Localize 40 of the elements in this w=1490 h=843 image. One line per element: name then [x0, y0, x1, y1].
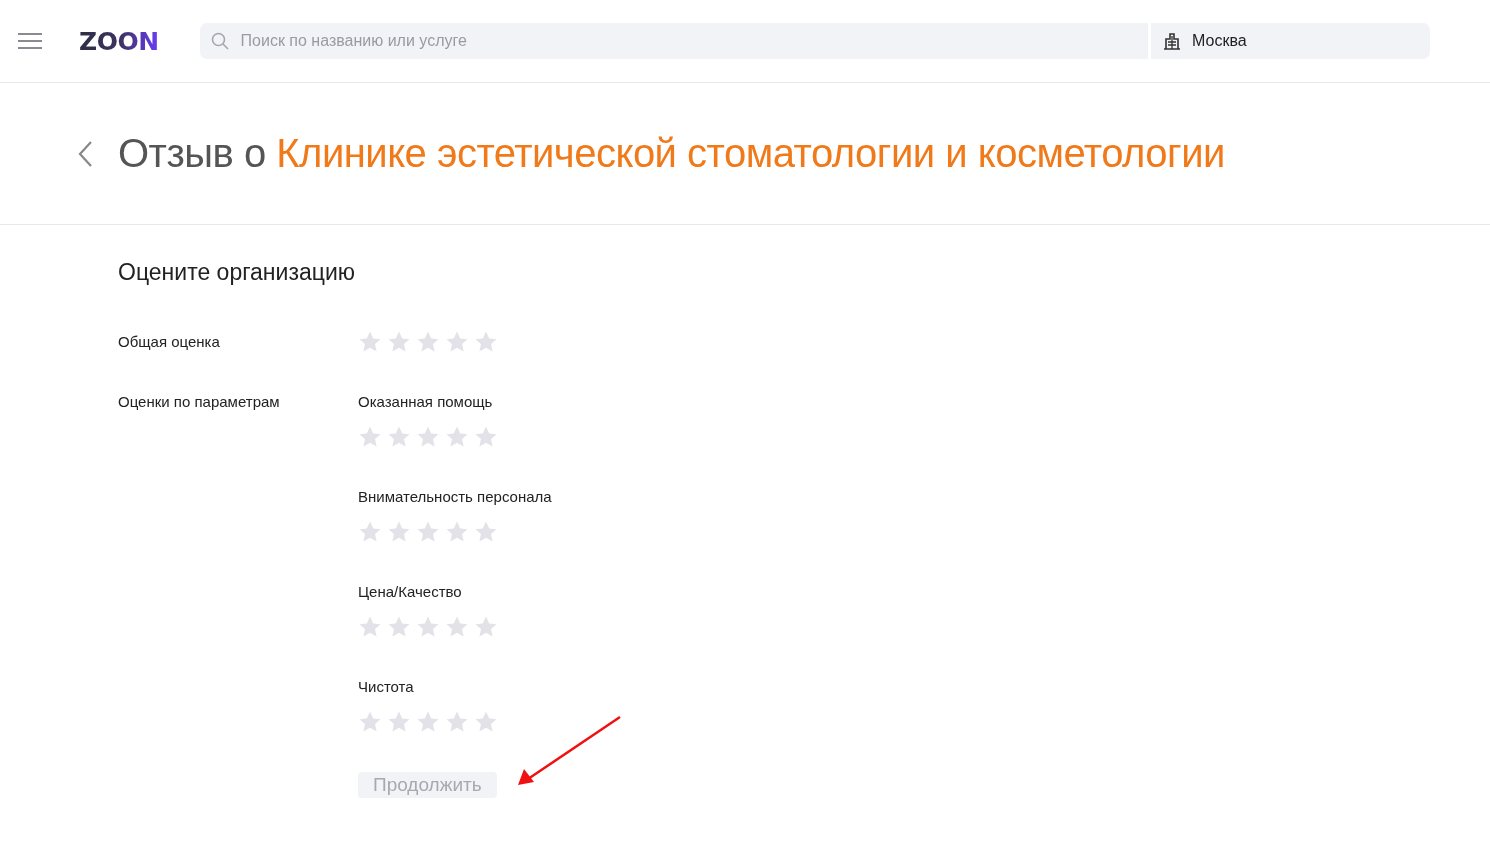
star-icon[interactable]	[387, 425, 411, 449]
star-icon[interactable]	[474, 615, 498, 639]
star-icon[interactable]	[387, 330, 411, 354]
star-icon[interactable]	[416, 710, 440, 734]
star-icon[interactable]	[416, 425, 440, 449]
star-icon[interactable]	[387, 520, 411, 544]
rating-label: Общая оценка	[118, 332, 221, 352]
menu-icon[interactable]	[17, 32, 43, 50]
parameter-label: Оказанная помощь	[358, 392, 494, 412]
star-icon[interactable]	[416, 330, 440, 354]
star-icon[interactable]	[445, 520, 469, 544]
star-icon[interactable]	[358, 615, 382, 639]
star-icon[interactable]	[358, 520, 382, 544]
star-icon[interactable]	[474, 710, 498, 734]
star-icon[interactable]	[474, 425, 498, 449]
star-icon[interactable]	[416, 520, 440, 544]
parameter-label: Внимательность персонала	[358, 487, 553, 507]
search-field[interactable]: Поиск по названию или услуге	[199, 23, 1148, 59]
star-icon[interactable]	[416, 615, 440, 639]
star-icon[interactable]	[387, 615, 411, 639]
search-input[interactable]: Поиск по названию или услуге	[238, 31, 1148, 51]
rating-label: Оценки по параметрам	[118, 392, 281, 412]
star-icon[interactable]	[387, 710, 411, 734]
section-heading: Оцените организацию	[118, 259, 357, 286]
page-title: Отзыв о Клинике эстетической стоматологии и косметологии	[118, 131, 1225, 176]
building-icon	[1163, 32, 1181, 50]
star-icon[interactable]	[474, 330, 498, 354]
star-icon[interactable]	[445, 615, 469, 639]
city-selector[interactable]: Москва	[1151, 23, 1430, 59]
parameter-label: Цена/Качество	[358, 582, 463, 602]
star-icon[interactable]	[358, 710, 382, 734]
star-icon[interactable]	[445, 710, 469, 734]
star-icon[interactable]	[445, 330, 469, 354]
city-name: Москва	[1192, 32, 1247, 50]
parameter-label: Чистота	[358, 677, 415, 697]
search-icon	[210, 32, 229, 50]
star-icon[interactable]	[358, 425, 382, 449]
star-icon[interactable]	[474, 520, 498, 544]
star-icon[interactable]	[358, 330, 382, 354]
star-icon[interactable]	[445, 425, 469, 449]
